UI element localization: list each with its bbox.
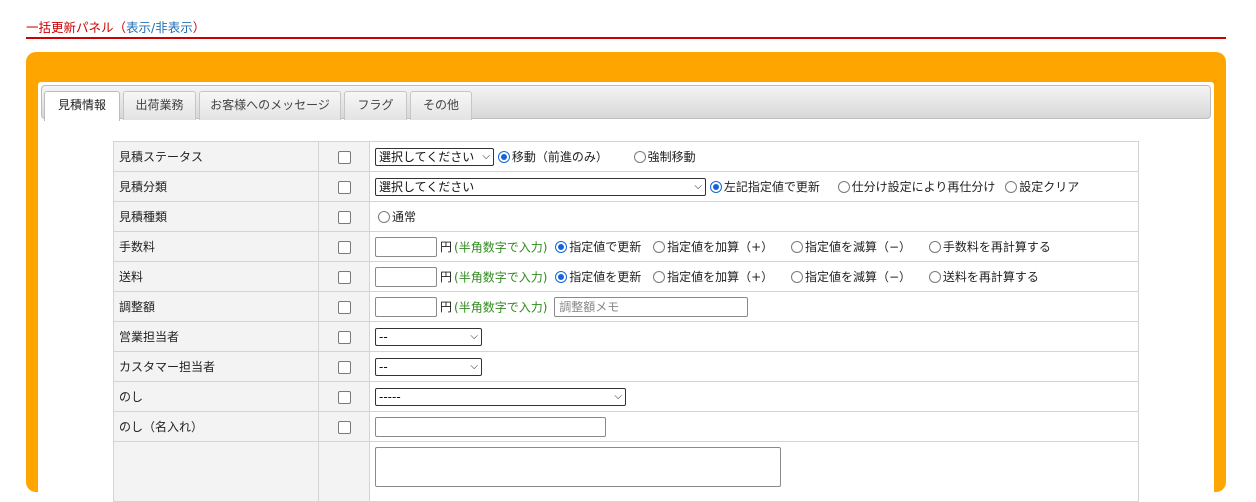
shipping-checkbox[interactable] bbox=[337, 270, 351, 284]
table-row: 送料 円 (半角数字で入力) 指定値を更新 指定値を加算（+） 指定値を減算（−）… bbox=[113, 261, 1139, 292]
adjustment-checkbox[interactable] bbox=[337, 300, 351, 314]
tab-other[interactable]: その他 bbox=[410, 91, 472, 120]
sales-rep-checkbox[interactable] bbox=[337, 330, 351, 344]
tab-shipping-work[interactable]: 出荷業務 bbox=[123, 91, 196, 120]
row-label: カスタマー担当者 bbox=[113, 351, 319, 382]
adjustment-hint: (半角数字で入力) bbox=[454, 300, 548, 314]
category-radio-resort[interactable] bbox=[837, 180, 850, 193]
table-row bbox=[113, 441, 1139, 502]
bulk-update-panel: 見積情報 出荷業務 お客様へのメッセージ フラグ その他 見積ステータス 選択し… bbox=[26, 52, 1226, 502]
adjustment-input[interactable] bbox=[375, 296, 437, 317]
row-label: 見積ステータス bbox=[113, 141, 319, 172]
fee-input[interactable] bbox=[375, 236, 437, 257]
noshi-name-input[interactable] bbox=[375, 416, 606, 437]
type-checkbox[interactable] bbox=[337, 210, 351, 224]
panel-content: 見積情報 出荷業務 お客様へのメッセージ フラグ その他 見積ステータス 選択し… bbox=[38, 82, 1214, 502]
row-label: 手数料 bbox=[113, 231, 319, 262]
bulk-update-form: 見積ステータス 選択してください ⌵ 移動（前進のみ） 強制移動 見積分類 選択し… bbox=[113, 141, 1139, 502]
chevron-down-icon: ⌵ bbox=[470, 330, 478, 342]
row-label bbox=[113, 441, 319, 502]
type-radio-normal[interactable] bbox=[378, 210, 390, 223]
shipping-hint: (半角数字で入力) bbox=[454, 270, 548, 284]
fee-radio-subtract[interactable] bbox=[790, 240, 803, 253]
row-label: のし（名入れ） bbox=[113, 411, 319, 442]
fee-radio-set[interactable] bbox=[555, 240, 568, 253]
table-row: 見積分類 選択してください ⌵ 左記指定値で更新 仕分け設定により再仕分け 設定ク… bbox=[113, 171, 1139, 202]
memo-textarea[interactable] bbox=[375, 447, 781, 487]
table-row: 見積ステータス 選択してください ⌵ 移動（前進のみ） 強制移動 bbox=[113, 141, 1139, 172]
adjustment-memo-input[interactable]: 調整額メモ bbox=[554, 296, 749, 317]
panel-title: 一括更新パネル（表示/非表示） bbox=[26, 17, 205, 36]
table-row: 営業担当者 -- ⌵ bbox=[113, 321, 1139, 352]
title-divider bbox=[26, 37, 1226, 39]
row-label: 見積分類 bbox=[113, 171, 319, 202]
category-select[interactable]: 選択してください ⌵ bbox=[375, 177, 706, 196]
status-radio-force[interactable] bbox=[633, 150, 646, 163]
row-label: 送料 bbox=[113, 261, 319, 292]
table-row: 手数料 円 (半角数字で入力) 指定値で更新 指定値を加算（+） 指定値を減算（−… bbox=[113, 231, 1139, 262]
tab-customer-message[interactable]: お客様へのメッセージ bbox=[199, 91, 341, 120]
row-label: 調整額 bbox=[113, 291, 319, 322]
status-radio-forward[interactable] bbox=[497, 150, 510, 163]
category-radio-update[interactable] bbox=[709, 180, 722, 193]
sales-rep-select[interactable]: -- ⌵ bbox=[375, 327, 482, 346]
tab-estimate-info[interactable]: 見積情報 bbox=[44, 91, 120, 121]
row-label: 営業担当者 bbox=[113, 321, 319, 352]
noshi-select[interactable]: ----- ⌵ bbox=[375, 387, 626, 406]
status-checkbox[interactable] bbox=[337, 150, 351, 164]
chevron-down-icon: ⌵ bbox=[470, 360, 478, 372]
fee-radio-recalc[interactable] bbox=[928, 240, 941, 253]
shipping-radio-subtract[interactable] bbox=[790, 270, 803, 283]
category-radio-clear[interactable] bbox=[1005, 180, 1018, 193]
chevron-down-icon: ⌵ bbox=[694, 180, 702, 192]
table-row: のし ----- ⌵ bbox=[113, 381, 1139, 412]
table-row: のし（名入れ） bbox=[113, 411, 1139, 442]
chevron-down-icon: ⌵ bbox=[482, 150, 490, 162]
paren-close: ） bbox=[192, 20, 206, 35]
row-label: 見積種類 bbox=[113, 201, 319, 232]
shipping-radio-add[interactable] bbox=[653, 270, 666, 283]
toggle-visibility-link[interactable]: 表示/非表示 bbox=[126, 20, 193, 35]
fee-hint: (半角数字で入力) bbox=[454, 240, 548, 254]
row-label: のし bbox=[113, 381, 319, 412]
paren-open: （ bbox=[113, 20, 127, 35]
category-checkbox[interactable] bbox=[337, 180, 351, 194]
panel-title-text: 一括更新パネル bbox=[26, 20, 114, 35]
status-select[interactable]: 選択してください ⌵ bbox=[375, 147, 494, 166]
table-row: カスタマー担当者 -- ⌵ bbox=[113, 351, 1139, 382]
shipping-radio-recalc[interactable] bbox=[928, 270, 941, 283]
shipping-radio-set[interactable] bbox=[555, 270, 568, 283]
customer-rep-checkbox[interactable] bbox=[337, 360, 351, 374]
tab-flags[interactable]: フラグ bbox=[344, 91, 407, 120]
table-row: 見積種類 通常 bbox=[113, 201, 1139, 232]
noshi-name-checkbox[interactable] bbox=[337, 420, 351, 434]
shipping-input[interactable] bbox=[375, 266, 437, 287]
chevron-down-icon: ⌵ bbox=[614, 390, 622, 402]
fee-checkbox[interactable] bbox=[337, 240, 351, 254]
table-row: 調整額 円 (半角数字で入力) 調整額メモ bbox=[113, 291, 1139, 322]
tab-bar: 見積情報 出荷業務 お客様へのメッセージ フラグ その他 bbox=[41, 85, 1211, 121]
fee-radio-add[interactable] bbox=[653, 240, 666, 253]
noshi-checkbox[interactable] bbox=[337, 390, 351, 404]
customer-rep-select[interactable]: -- ⌵ bbox=[375, 357, 482, 376]
